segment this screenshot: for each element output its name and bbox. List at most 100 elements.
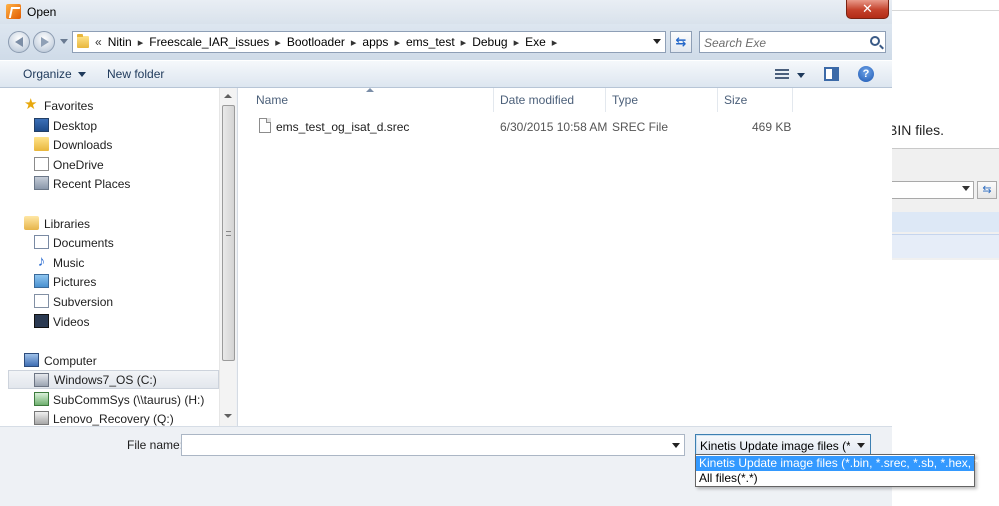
documents-icon	[34, 235, 49, 249]
file-row[interactable]: ems_test_og_isat_d.srec 6/30/2015 10:58 …	[238, 117, 798, 137]
nav-label: Pictures	[53, 275, 97, 289]
nav-label: Documents	[53, 236, 114, 250]
scroll-up-icon[interactable]	[224, 94, 232, 98]
column-header-name[interactable]: Name	[249, 88, 493, 112]
chevron-right-icon[interactable]: ▸	[394, 36, 400, 49]
scroll-thumb[interactable]	[222, 105, 235, 361]
nav-item-documents[interactable]: Documents	[0, 233, 219, 252]
file-type-filter[interactable]: Kinetis Update image files (*.bin, *.sre…	[695, 434, 871, 456]
file-list: Name Date modified Type Size ems_test_og…	[237, 88, 892, 426]
nav-item-recent-places[interactable]: Recent Places	[0, 174, 219, 193]
nav-label: Recent Places	[53, 177, 131, 191]
recent-places-icon	[34, 176, 49, 190]
computer-icon	[24, 353, 39, 367]
nav-computer[interactable]: Computer	[0, 351, 219, 370]
nav-item-drive-c[interactable]: Windows7_OS (C:)	[8, 370, 219, 389]
column-header-type[interactable]: Type	[605, 88, 717, 112]
column-label: Size	[724, 93, 748, 107]
nav-item-onedrive[interactable]: OneDrive	[0, 155, 219, 174]
address-bar[interactable]: « Nitin ▸ Freescale_IAR_issues ▸ Bootloa…	[72, 31, 666, 53]
chevron-down-icon[interactable]	[857, 443, 865, 448]
column-divider[interactable]	[792, 88, 793, 112]
nav-item-downloads[interactable]: Downloads	[0, 135, 219, 154]
nav-label: Videos	[53, 315, 90, 329]
nav-label: Windows7_OS (C:)	[54, 373, 157, 387]
forward-button[interactable]	[33, 31, 55, 53]
nav-label: OneDrive	[53, 158, 104, 172]
file-name-input[interactable]	[185, 438, 665, 453]
nav-scrollbar[interactable]	[219, 88, 236, 426]
column-label: Name	[256, 93, 289, 107]
nav-item-videos[interactable]: Videos	[0, 312, 219, 331]
address-row: « Nitin ▸ Freescale_IAR_issues ▸ Bootloa…	[0, 24, 892, 60]
preview-pane-icon[interactable]	[824, 67, 839, 81]
nav-item-drive-h[interactable]: SubCommSys (\\taurus) (H:)	[0, 390, 219, 409]
column-header-size[interactable]: Size	[717, 88, 792, 112]
background-row	[890, 234, 999, 258]
search-box[interactable]	[699, 31, 886, 53]
nav-item-pictures[interactable]: Pictures	[0, 272, 219, 291]
file-type-dropdown-list: Kinetis Update image files (*.bin, *.sre…	[695, 454, 999, 487]
column-label: Date modified	[500, 93, 575, 107]
chevron-right-icon[interactable]: ▸	[138, 36, 144, 49]
breadcrumb-item[interactable]: Nitin	[108, 35, 132, 49]
nav-item-drive-q[interactable]: Lenovo_Recovery (Q:)	[0, 409, 219, 426]
nav-label: Desktop	[53, 119, 98, 133]
organize-button[interactable]: Organize	[23, 67, 86, 81]
nav-label: Libraries	[44, 217, 91, 231]
chevron-right-icon[interactable]: ▸	[351, 36, 357, 49]
open-dialog: Open ✕ « Nitin ▸ Freescale_IAR_issues ▸ …	[0, 0, 892, 506]
breadcrumb-overflow[interactable]: «	[95, 35, 102, 49]
views-dropdown-icon[interactable]	[797, 73, 805, 78]
nav-item-desktop[interactable]: Desktop	[0, 116, 219, 135]
background-combo	[890, 181, 974, 199]
scroll-down-icon[interactable]	[224, 414, 232, 418]
network-drive-icon	[34, 392, 49, 406]
folder-icon	[77, 34, 89, 48]
back-button[interactable]	[8, 31, 30, 53]
chevron-right-icon[interactable]: ▸	[461, 36, 467, 49]
nav-libraries[interactable]: Libraries	[0, 214, 219, 233]
nav-item-subversion[interactable]: Subversion	[0, 292, 219, 311]
file-name-combo[interactable]	[181, 434, 685, 456]
breadcrumb-item[interactable]: apps	[362, 35, 388, 49]
filter-option-kinetis[interactable]: Kinetis Update image files (*.bin, *.sre…	[696, 456, 999, 471]
search-icon[interactable]	[870, 36, 880, 46]
close-button[interactable]: ✕	[846, 0, 889, 19]
column-header-date[interactable]: Date modified	[493, 88, 605, 112]
file-name: ems_test_og_isat_d.srec	[276, 120, 410, 134]
dialog-title: Open	[27, 5, 57, 19]
refresh-button[interactable]: ⇆	[670, 31, 692, 53]
toolbar: Organize New folder ?	[0, 60, 892, 88]
nav-label: Lenovo_Recovery (Q:)	[53, 412, 174, 426]
breadcrumb: « Nitin ▸ Freescale_IAR_issues ▸ Bootloa…	[95, 32, 563, 52]
address-dropdown-icon[interactable]	[653, 39, 661, 44]
nav-item-music[interactable]: ♪ Music	[0, 253, 219, 272]
chevron-right-icon[interactable]: ▸	[552, 36, 558, 49]
chevron-right-icon[interactable]: ▸	[514, 36, 520, 49]
chevron-down-icon[interactable]	[672, 443, 680, 448]
breadcrumb-item[interactable]: Bootloader	[287, 35, 345, 49]
filter-option-all-files[interactable]: All files(*.*)	[696, 471, 974, 486]
nav-label: Music	[53, 256, 85, 270]
background-row	[890, 212, 999, 232]
breadcrumb-item[interactable]: Debug	[472, 35, 507, 49]
title-bar: Open ✕	[0, 0, 892, 24]
breadcrumb-item[interactable]: ems_test	[406, 35, 455, 49]
libraries-icon	[24, 216, 39, 230]
breadcrumb-item[interactable]: Exe	[525, 35, 546, 49]
recent-locations-dropdown[interactable]	[60, 39, 68, 44]
views-icon[interactable]	[775, 69, 789, 80]
subversion-icon	[34, 294, 49, 308]
file-type-selected: Kinetis Update image files (*.bin, *.sre…	[700, 439, 870, 453]
navigation-tree: ★ Favorites Desktop Downloads OneDrive R…	[0, 88, 219, 426]
help-icon[interactable]: ?	[858, 66, 874, 82]
search-input[interactable]	[704, 35, 864, 50]
nav-favorites[interactable]: ★ Favorites	[0, 96, 219, 115]
nav-label: Downloads	[53, 138, 113, 152]
new-folder-button[interactable]: New folder	[107, 67, 164, 81]
downloads-icon	[34, 137, 49, 151]
chevron-right-icon[interactable]: ▸	[275, 36, 281, 49]
app-icon	[6, 4, 21, 19]
breadcrumb-item[interactable]: Freescale_IAR_issues	[149, 35, 269, 49]
